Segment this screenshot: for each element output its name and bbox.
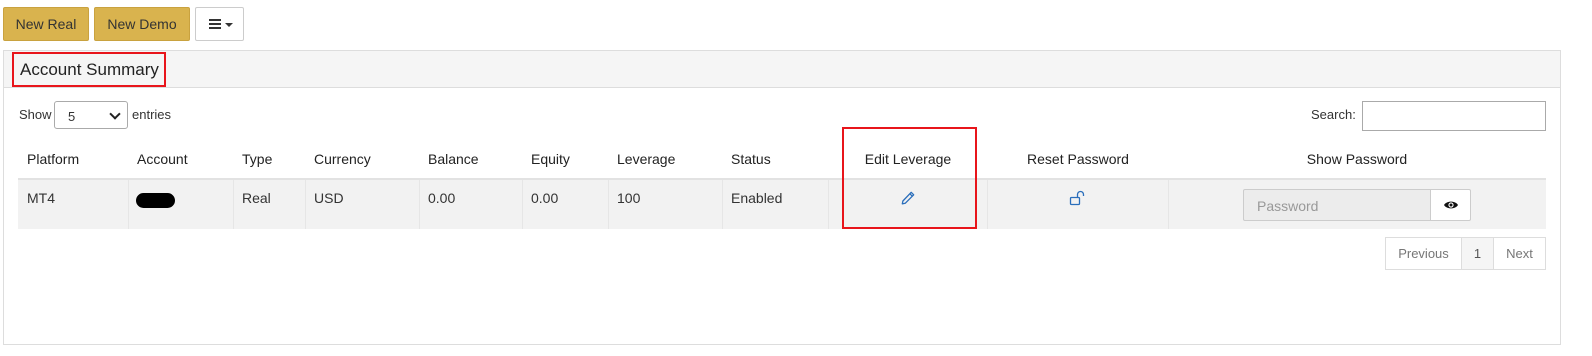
caret-down-icon [225, 23, 233, 27]
cell-divider [305, 180, 306, 229]
column-header-reset-password[interactable]: Reset Password [1027, 151, 1129, 167]
cell-balance: 0.00 [428, 190, 456, 206]
column-header-status[interactable]: Status [731, 151, 771, 167]
column-header-account[interactable]: Account [137, 151, 188, 167]
pagination-next[interactable]: Next [1493, 237, 1546, 270]
cell-status: Enabled [731, 190, 783, 206]
highlight-box-title [12, 52, 166, 87]
password-placeholder: Password [1257, 198, 1319, 214]
column-header-currency[interactable]: Currency [314, 151, 371, 167]
cell-divider [722, 180, 723, 229]
new-demo-button[interactable]: New Demo [94, 7, 190, 41]
password-field[interactable]: Password [1243, 189, 1431, 221]
menu-dropdown-button[interactable] [195, 7, 244, 41]
cell-divider [828, 180, 829, 229]
cell-equity: 0.00 [531, 190, 559, 206]
hamburger-icon [209, 19, 221, 29]
account-number-redacted [136, 193, 175, 208]
column-header-equity[interactable]: Equity [531, 151, 570, 167]
cell-divider [522, 180, 523, 229]
column-header-leverage[interactable]: Leverage [617, 151, 675, 167]
pagination-previous[interactable]: Previous [1385, 237, 1462, 270]
cell-platform: MT4 [27, 190, 55, 206]
show-label: Show [19, 107, 52, 122]
cell-divider [608, 180, 609, 229]
chevron-down-icon [109, 108, 121, 120]
entries-label: entries [132, 107, 172, 122]
entries-selected-value: 5 [68, 109, 76, 124]
show-password-button[interactable] [1430, 189, 1471, 221]
cell-divider [233, 180, 234, 229]
column-header-balance[interactable]: Balance [428, 151, 479, 167]
cell-currency: USD [314, 190, 344, 206]
pagination-page-1[interactable]: 1 [1461, 237, 1494, 270]
eye-icon [1444, 201, 1458, 209]
cell-divider [1168, 180, 1169, 229]
column-header-show-password[interactable]: Show Password [1307, 151, 1407, 167]
column-header-platform[interactable]: Platform [27, 151, 79, 167]
search-input[interactable] [1362, 101, 1546, 131]
new-real-button[interactable]: New Real [3, 7, 89, 41]
search-label: Search: [1311, 107, 1356, 122]
column-header-type[interactable]: Type [242, 151, 272, 167]
cell-divider [419, 180, 420, 229]
cell-divider [128, 180, 129, 229]
unlock-icon[interactable] [1069, 190, 1085, 206]
highlight-box-edit-leverage [842, 127, 977, 229]
cell-divider [987, 180, 988, 229]
panel-header: Account Summary [4, 51, 1560, 88]
cell-type: Real [242, 190, 271, 206]
cell-leverage: 100 [617, 190, 641, 206]
entries-select[interactable]: 5 [54, 101, 128, 129]
